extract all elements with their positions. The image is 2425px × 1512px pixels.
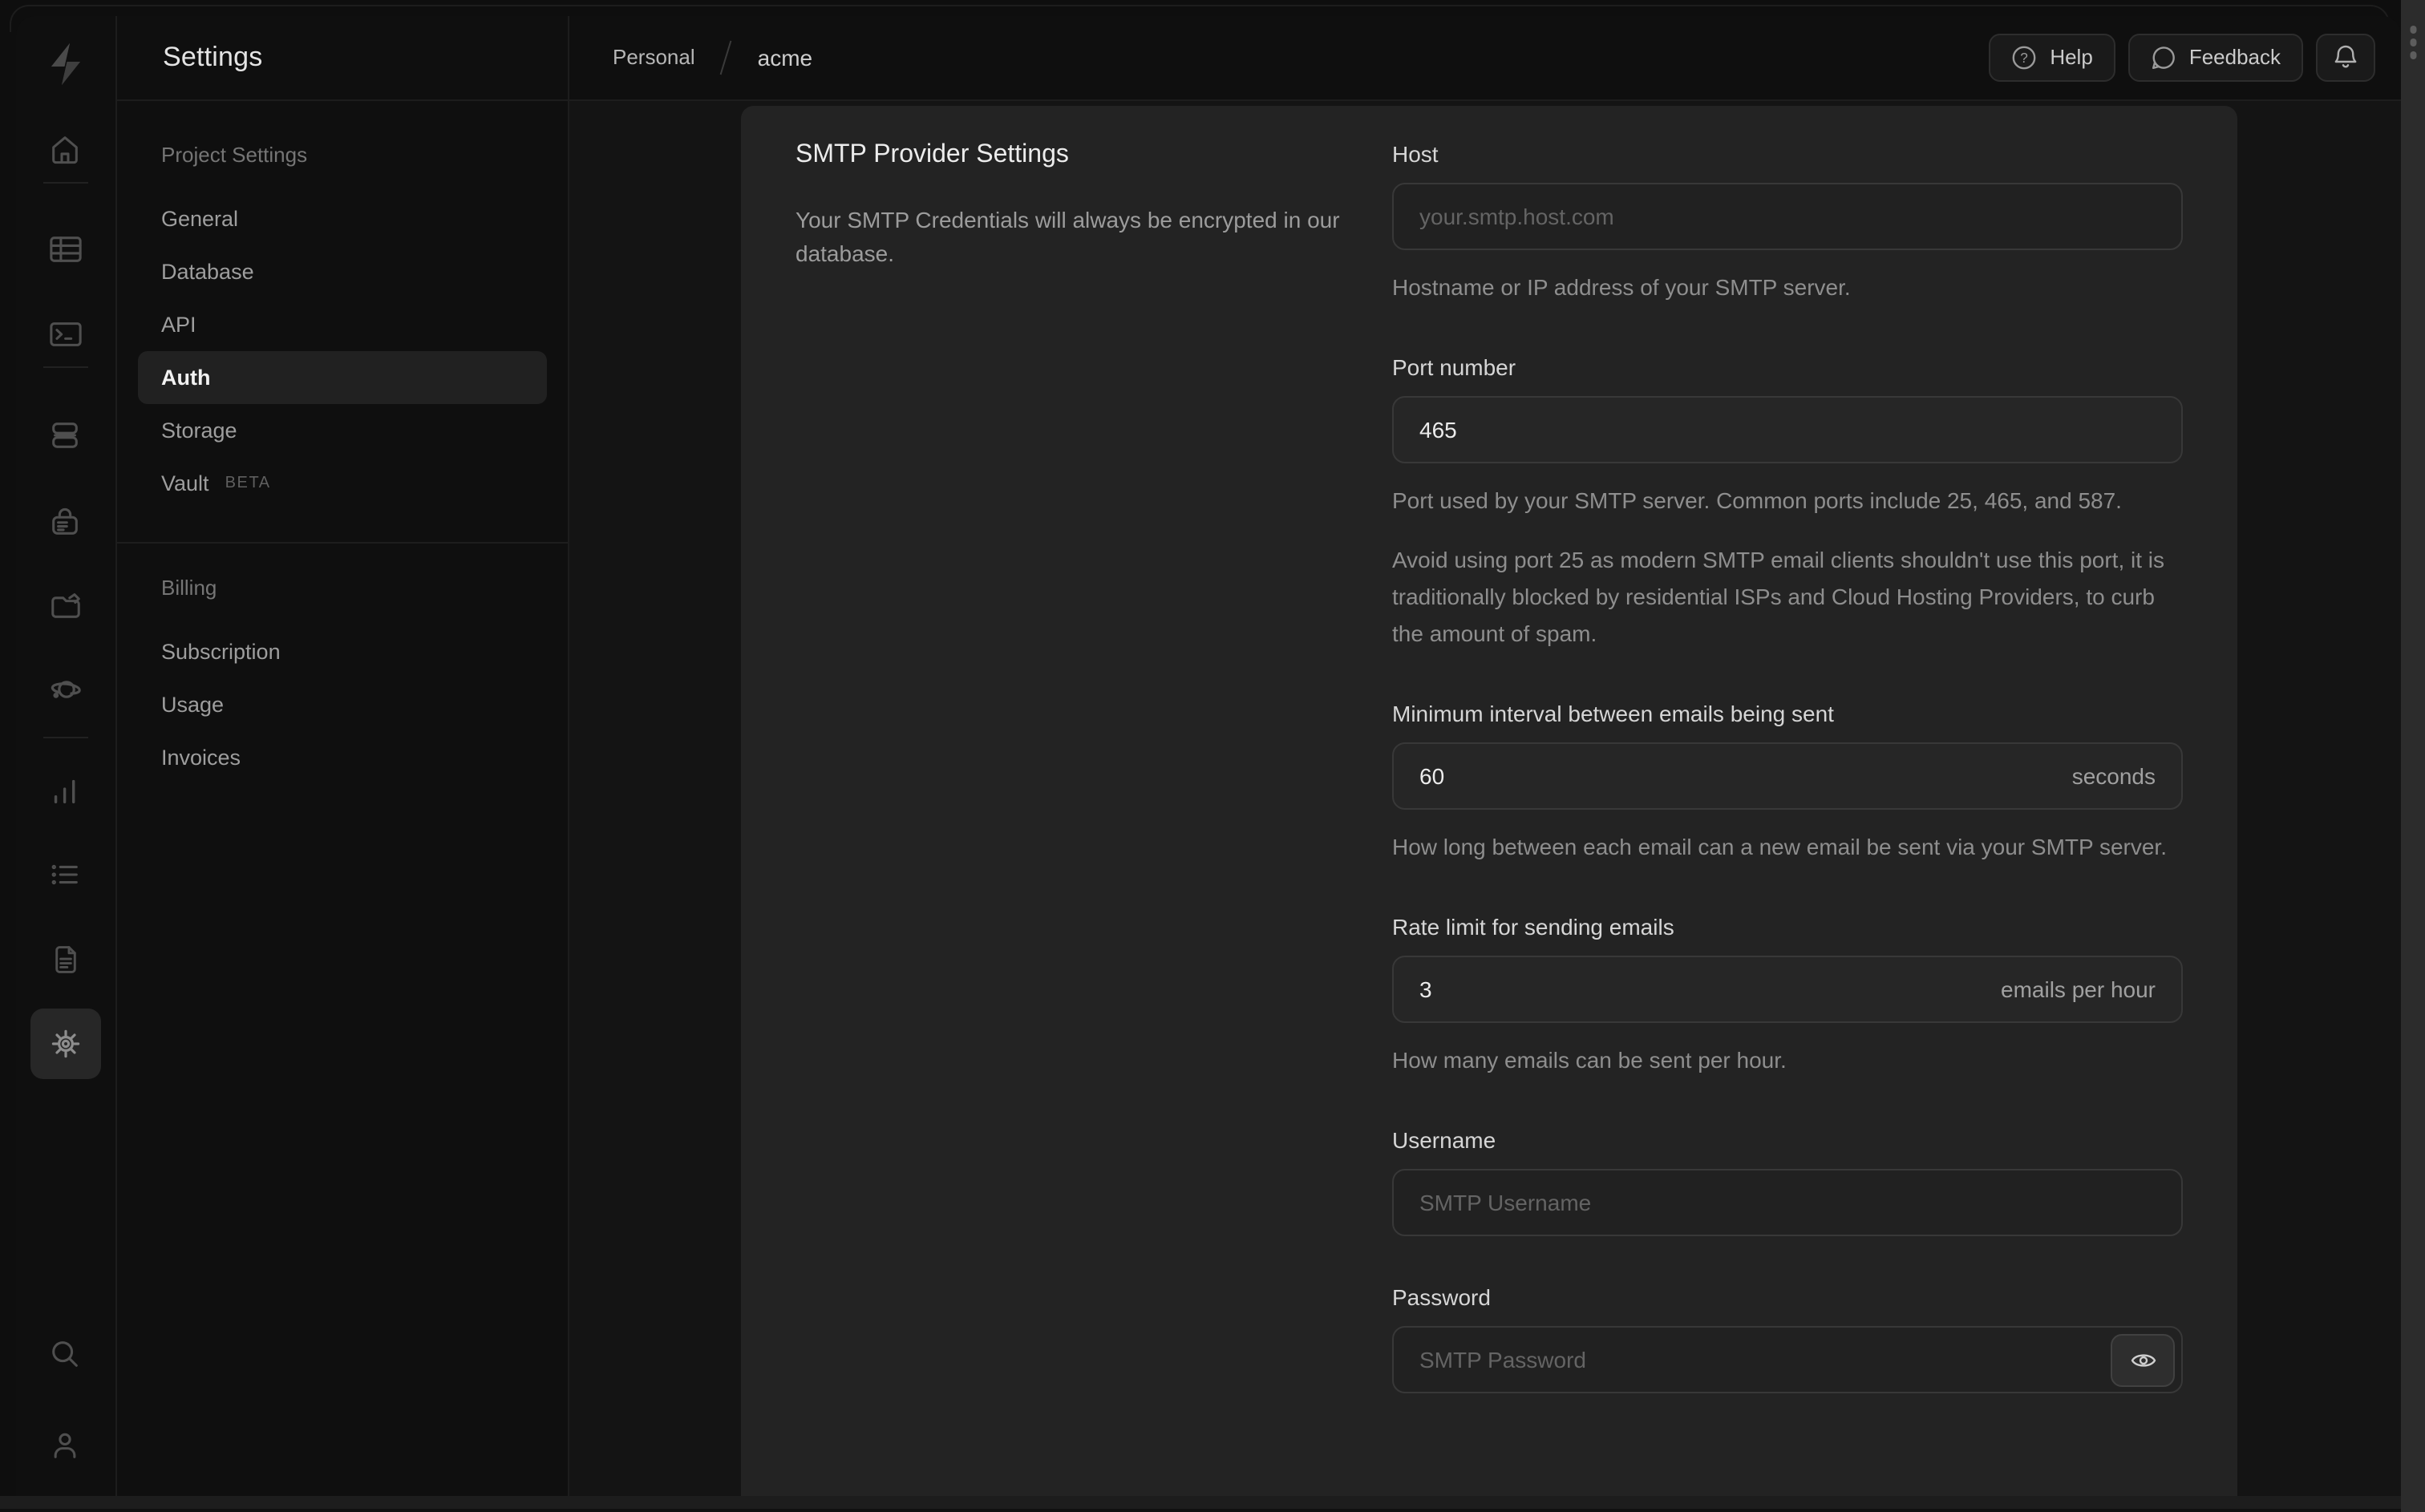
port-helper: Port used by your SMTP server. Common po…: [1392, 487, 2122, 512]
horizontal-scrollbar-track[interactable]: [0, 1496, 2401, 1509]
feedback-button[interactable]: Feedback: [2127, 33, 2303, 82]
bolt-glyph: [51, 43, 80, 85]
rail-divider: [43, 737, 88, 738]
svg-text:?: ?: [2021, 50, 2029, 66]
password-field-group: Password: [1392, 1284, 2183, 1393]
logs-icon[interactable]: [30, 839, 101, 909]
sidebar-divider: [116, 541, 568, 543]
vertical-scrollbar[interactable]: [2401, 0, 2425, 1512]
sidebar-item-vault[interactable]: Vault BETA: [137, 456, 547, 509]
host-field-group: Host Hostname or IP address of your SMTP…: [1392, 140, 2183, 305]
sidebar-item-general[interactable]: General: [137, 192, 547, 245]
home-icon[interactable]: [30, 114, 101, 184]
sidebar-item-subscription[interactable]: Subscription: [137, 625, 547, 677]
topbar-actions: ? Help Feedback: [1989, 33, 2375, 82]
nav-section-project-settings: Project Settings: [161, 142, 308, 166]
smtp-form: Host Hostname or IP address of your SMTP…: [1392, 140, 2183, 1393]
page-title: Settings: [163, 41, 263, 72]
main-area: Personal acme ? Help Feedback SMTP Provi…: [569, 16, 2401, 1496]
port-label: Port number: [1392, 354, 1516, 379]
host-label: Host: [1392, 140, 1439, 166]
icon-rail: [16, 16, 116, 1496]
help-button[interactable]: ? Help: [1989, 33, 2115, 82]
rail-divider: [43, 182, 88, 184]
sidebar-item-storage[interactable]: Storage: [137, 403, 547, 456]
port-input[interactable]: [1392, 395, 2183, 463]
sidebar-item-usage[interactable]: Usage: [137, 677, 547, 730]
username-field-group: Username: [1392, 1126, 2183, 1235]
card-title: SMTP Provider Settings: [796, 140, 1069, 168]
host-helper: Hostname or IP address of your SMTP serv…: [1392, 273, 1851, 299]
interval-helper: How long between each email can a new em…: [1392, 833, 2167, 859]
settings-nav: Project Settings General Database API Au…: [116, 100, 568, 783]
scrollbar-thumb-dot: [2409, 26, 2417, 33]
interval-input[interactable]: [1392, 742, 2183, 809]
sql-editor-icon[interactable]: [30, 298, 101, 369]
rate-limit-label: Rate limit for sending emails: [1392, 913, 1674, 939]
eye-icon: [2130, 1353, 2156, 1366]
port-field-group: Port number Port used by your SMTP serve…: [1392, 354, 2183, 652]
topbar: Personal acme ? Help Feedback: [569, 16, 2401, 100]
edge-functions-icon[interactable]: [30, 654, 101, 725]
sidebar-item-auth[interactable]: Auth: [137, 350, 547, 403]
card-intro: SMTP Provider Settings Your SMTP Credent…: [796, 140, 1392, 1393]
sidebar-item-database[interactable]: Database: [137, 245, 547, 297]
username-input[interactable]: [1392, 1168, 2183, 1235]
dashboard-window: Settings Project Settings General Databa…: [16, 16, 2401, 1496]
settings-sidebar: Settings Project Settings General Databa…: [116, 16, 569, 1496]
reports-icon[interactable]: [30, 755, 101, 826]
content-area: SMTP Provider Settings Your SMTP Credent…: [569, 100, 2401, 1496]
password-label: Password: [1392, 1284, 1491, 1309]
table-editor-icon[interactable]: [30, 213, 101, 284]
storage-icon[interactable]: [30, 569, 101, 640]
nav-section-billing: Billing: [161, 575, 217, 599]
interval-field-group: Minimum interval between emails being se…: [1392, 700, 2183, 865]
rate-limit-helper: How many emails can be sent per hour.: [1392, 1046, 1787, 1072]
rate-limit-input[interactable]: [1392, 955, 2183, 1022]
bell-icon: [2334, 46, 2357, 68]
sidebar-header: Settings: [116, 16, 568, 100]
supabase-logo-icon[interactable]: [30, 29, 101, 99]
port-helper-warning: Avoid using port 25 as modern SMTP email…: [1392, 546, 2165, 645]
breadcrumb-org[interactable]: Personal: [613, 46, 695, 70]
scrollbar-thumb-dot: [2409, 38, 2417, 46]
host-input[interactable]: [1392, 182, 2183, 249]
smtp-settings-card: SMTP Provider Settings Your SMTP Credent…: [741, 105, 2237, 1496]
interval-label: Minimum interval between emails being se…: [1392, 700, 1834, 726]
notifications-button[interactable]: [2316, 33, 2375, 82]
sidebar-item-invoices[interactable]: Invoices: [137, 730, 547, 783]
breadcrumb-separator: [720, 40, 733, 75]
api-docs-icon[interactable]: [30, 924, 101, 994]
rate-limit-field-group: Rate limit for sending emails emails per…: [1392, 913, 2183, 1078]
username-label: Username: [1392, 1126, 1496, 1152]
speech-bubble-icon: [2152, 46, 2175, 69]
user-icon[interactable]: [30, 1409, 101, 1480]
window-bottom-edge: [0, 1509, 2401, 1512]
password-input[interactable]: [1392, 1325, 2183, 1393]
app-window: Settings Project Settings General Databa…: [0, 0, 2425, 1512]
settings-gear-icon[interactable]: [30, 1009, 101, 1079]
reveal-password-button[interactable]: [2111, 1333, 2175, 1386]
help-circle-icon: ?: [2012, 46, 2036, 69]
breadcrumb-project[interactable]: acme: [758, 45, 812, 71]
sidebar-item-api[interactable]: API: [137, 297, 547, 350]
rail-divider: [43, 366, 88, 368]
database-icon[interactable]: [30, 399, 101, 470]
card-description: Your SMTP Credentials will always be enc…: [796, 206, 1340, 265]
auth-icon[interactable]: [30, 486, 101, 556]
search-icon[interactable]: [30, 1318, 101, 1389]
scrollbar-thumb-dot: [2409, 51, 2417, 59]
beta-badge: BETA: [225, 474, 271, 491]
